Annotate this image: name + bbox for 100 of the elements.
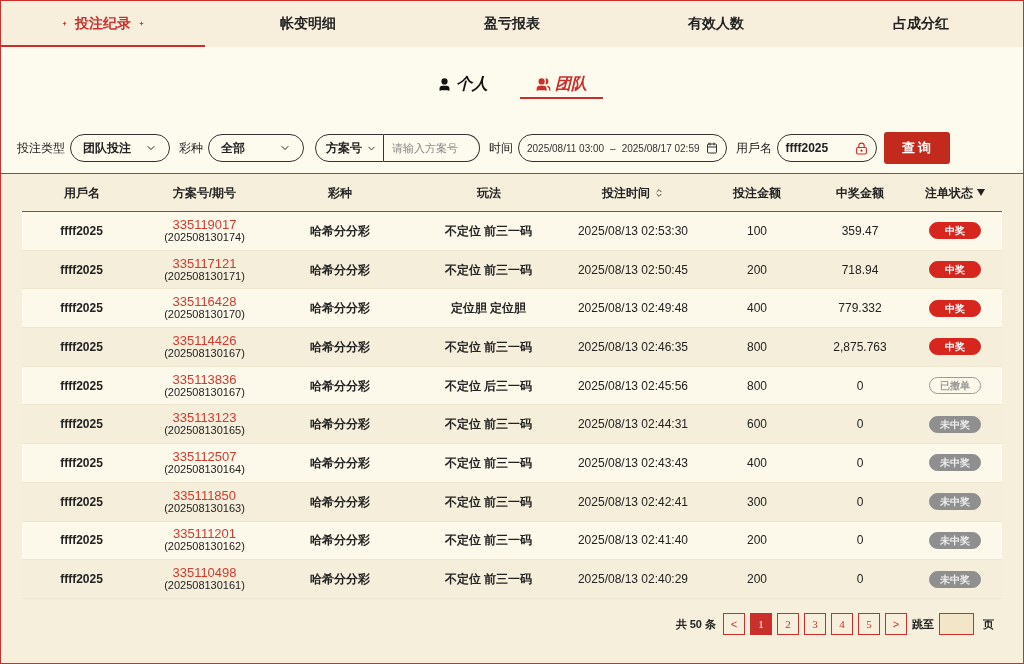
table-cell-text: ffff2025	[59, 261, 104, 279]
status-badge: 未中奖	[929, 493, 981, 511]
table-cell-text: 不定位 前三一码	[443, 571, 534, 589]
table-cell-text: 2025/08/13 02:45:56	[576, 377, 690, 395]
page-button[interactable]: 5	[858, 612, 880, 635]
page-suffix: 页	[983, 616, 994, 632]
column-header: 用戶名	[62, 184, 101, 202]
table-cell-text: 哈希分分彩	[309, 300, 371, 318]
jump-label: 跳至	[912, 616, 934, 632]
table-cell-text: 0	[855, 532, 865, 550]
status-badge: 中奖	[929, 338, 981, 356]
filter-caret-icon	[977, 189, 985, 196]
table-cell-text: 2025/08/13 02:49:48	[576, 300, 690, 318]
table-cell-text: 0	[855, 377, 865, 395]
table-cell-text: 600	[746, 416, 768, 434]
table-cell-text: 2025/08/13 02:44:31	[576, 416, 690, 434]
issue-number: (202508130161)	[164, 579, 245, 593]
filter-label: 用戶名	[735, 140, 772, 157]
issue-number: (202508130164)	[164, 462, 245, 476]
tab[interactable]: 盈亏报表	[409, 1, 615, 47]
issue-number: (202508130167)	[164, 346, 245, 360]
table-cell-text: 2025/08/13 02:43:43	[576, 454, 690, 472]
plan-number-link[interactable]: 335113123	[172, 411, 237, 425]
table-cell-text: 不定位 前三一码	[443, 454, 534, 472]
table-cell-text: 不定位 前三一码	[443, 338, 534, 356]
status-badge: 未中奖	[929, 531, 981, 549]
page-button[interactable]: 3	[804, 612, 826, 635]
status-badge: 未中奖	[929, 415, 981, 433]
plan-number-link[interactable]: 335111850	[172, 488, 237, 502]
tab[interactable]: 帐变明细	[205, 1, 410, 47]
table-cell-text: 定位胆 定位胆	[449, 300, 528, 318]
table-cell-text: 100	[746, 222, 768, 240]
plan-number-link[interactable]: 335111201	[172, 527, 237, 541]
table-cell-text: ffff2025	[59, 454, 104, 472]
plan-number-link[interactable]: 335116428	[172, 295, 237, 309]
table-cell-text: 359.47	[840, 222, 880, 240]
status-badge: 中奖	[929, 299, 981, 317]
page-button[interactable]: 1	[750, 612, 772, 635]
table-cell-text: 779.332	[837, 300, 883, 318]
filter-label: 投注类型	[17, 140, 65, 157]
plan-number-link[interactable]: 335110498	[172, 566, 237, 580]
table-cell-text: 0	[855, 454, 865, 472]
column-header: 投注金额	[732, 184, 782, 202]
issue-number: (202508130165)	[164, 424, 245, 438]
filter-label: 时间	[489, 140, 513, 157]
table-cell-text: 哈希分分彩	[309, 261, 371, 279]
status-badge: 未中奖	[929, 454, 981, 472]
table-cell-text: 不定位 前三一码	[443, 222, 534, 240]
star-icon	[139, 20, 145, 26]
issue-number: (202508130163)	[164, 501, 245, 515]
table-cell-text: 200	[746, 571, 768, 589]
previous-page-button[interactable]: <	[723, 612, 745, 635]
tab[interactable]: 有效人数	[614, 1, 819, 47]
page-button[interactable]: 4	[831, 612, 853, 635]
table-cell-text: ffff2025	[59, 338, 104, 356]
status-badge: 未中奖	[929, 570, 981, 588]
table-cell-text: 300	[746, 493, 768, 511]
column-header: 方案号/期号	[171, 184, 238, 202]
column-header: 彩种	[327, 184, 353, 202]
page-button[interactable]: 2	[777, 612, 799, 635]
sort-icon	[654, 187, 664, 198]
table-cell-text: 800	[746, 377, 768, 395]
table-cell-text: 2025/08/13 02:40:29	[576, 571, 690, 589]
table-cell-text: 718.94	[840, 261, 880, 279]
page-input[interactable]	[939, 612, 974, 635]
filter-label: 彩种	[179, 140, 203, 157]
table-cell-text: 2025/08/13 02:41:40	[576, 532, 690, 550]
table-cell-text: 哈希分分彩	[309, 338, 371, 356]
table-cell-text: 不定位 前三一码	[443, 261, 534, 279]
table-cell-text: 2025/08/13 02:46:35	[576, 338, 690, 356]
plan-number-link[interactable]: 335113836	[172, 372, 237, 386]
table-cell-text: 0	[855, 416, 865, 434]
table-cell-text: ffff2025	[59, 493, 104, 511]
total-count: 共 50 条	[675, 616, 716, 632]
users-icon	[536, 76, 551, 92]
plan-number-link[interactable]: 335112507	[172, 449, 237, 463]
table-cell-text: 2025/08/13 02:42:41	[576, 493, 690, 511]
table-cell-text: 0	[855, 493, 865, 511]
issue-number: (202508130167)	[164, 385, 245, 399]
query-button[interactable]: 查 询	[883, 132, 950, 164]
user-icon	[437, 76, 452, 92]
table-cell-text: 哈希分分彩	[309, 454, 371, 472]
table-cell-text: ffff2025	[59, 532, 104, 550]
table-cell-text: 哈希分分彩	[309, 377, 371, 395]
plan-number-link[interactable]: 335114426	[172, 333, 237, 347]
table-cell-text: ffff2025	[59, 300, 104, 318]
column-header: 注单状态	[907, 183, 1003, 202]
plan-number-link[interactable]: 335117121	[172, 256, 237, 270]
table-cell-text: 2025/08/13 02:53:30	[576, 222, 690, 240]
status-badge: 中奖	[929, 222, 981, 240]
plan-number-field[interactable]: 请输入方案号	[384, 134, 480, 162]
star-icon	[62, 20, 68, 26]
issue-number: (202508130171)	[164, 269, 245, 283]
plan-number-link[interactable]: 335119017	[172, 217, 237, 231]
scope-tab[interactable]: 个人	[421, 71, 504, 99]
tab[interactable]: 占成分红	[818, 1, 1023, 47]
table-cell-text: ffff2025	[59, 377, 104, 395]
next-page-button[interactable]: >	[885, 612, 907, 635]
scope-tab[interactable]: 团队	[520, 71, 603, 99]
table-cell-text: 不定位 前三一码	[443, 416, 534, 434]
